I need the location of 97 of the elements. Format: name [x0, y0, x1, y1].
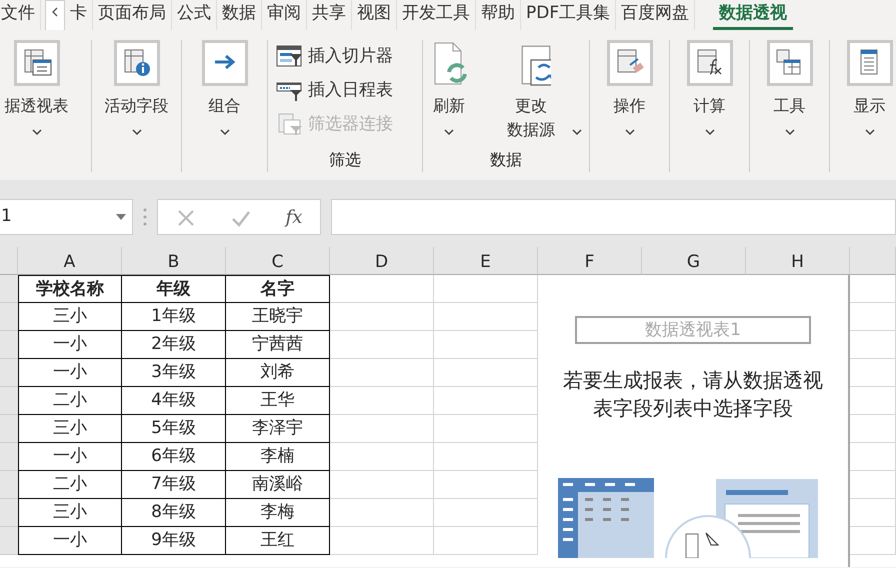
- column-header[interactable]: H: [746, 247, 850, 275]
- column-header[interactable]: F: [538, 247, 642, 275]
- row-header[interactable]: [0, 359, 18, 387]
- column-header[interactable]: A: [18, 247, 122, 275]
- caret-icon: [571, 128, 583, 136]
- ribbon-tab[interactable]: 数据: [217, 0, 262, 30]
- row-header[interactable]: [0, 303, 18, 331]
- dropdown-icon: [116, 214, 126, 220]
- caret-icon: [704, 128, 716, 136]
- ribbon-button[interactable]: 组合: [202, 40, 248, 172]
- drag-handle-icon: [143, 207, 147, 227]
- table-cell: 6年级: [122, 443, 226, 471]
- row-header[interactable]: [0, 471, 18, 499]
- name-box[interactable]: 1: [0, 199, 133, 235]
- column-header[interactable]: G: [642, 247, 746, 275]
- table-cell: 5年级: [122, 415, 226, 443]
- table-cell: 三小: [18, 303, 122, 331]
- table-cell: 三小: [18, 499, 122, 527]
- filter-connection-icon: [276, 113, 304, 137]
- table-cell: 二小: [18, 387, 122, 415]
- group-label: 筛选: [328, 149, 362, 171]
- chevron-left-icon: [52, 7, 58, 17]
- group-label: 数据: [489, 149, 523, 171]
- table-cell: 2年级: [122, 331, 226, 359]
- ribbon-tab[interactable]: 帮助: [476, 0, 521, 30]
- table-cell: 刘希: [226, 359, 330, 387]
- ribbon-button[interactable]: 工具: [766, 40, 812, 172]
- ribbon-button[interactable]: 插入切片器: [276, 40, 414, 74]
- table-cell: 王晓宇: [226, 303, 330, 331]
- caret-icon: [624, 128, 636, 136]
- pivot-table-name: 数据透视表1: [575, 316, 811, 344]
- table-cell: 8年级: [122, 499, 226, 527]
- table-cell: 9年级: [122, 527, 226, 555]
- ribbon-tab[interactable]: 文件: [0, 0, 41, 30]
- table-cell: 4年级: [122, 387, 226, 415]
- column-header[interactable]: [850, 247, 896, 275]
- select-all-corner[interactable]: [0, 247, 18, 275]
- ribbon-tab[interactable]: 数据透视: [713, 0, 794, 30]
- table-cell: 李楠: [226, 443, 330, 471]
- ribbon-button[interactable]: 插入日程表: [276, 74, 414, 108]
- caret-icon: [784, 128, 796, 136]
- row-header[interactable]: [0, 499, 18, 527]
- table-cell: 王红: [226, 527, 330, 555]
- insert-function-button[interactable]: fx: [286, 204, 302, 230]
- table-cell: 一小: [18, 359, 122, 387]
- table-cell: 3年级: [122, 359, 226, 387]
- ribbon-tab[interactable]: 视图: [352, 0, 397, 30]
- column-header[interactable]: D: [330, 247, 434, 275]
- column-header[interactable]: C: [226, 247, 330, 275]
- column-header[interactable]: E: [434, 247, 538, 275]
- ribbon-tab[interactable]: 共享: [307, 0, 352, 30]
- table-cell: 三小: [18, 415, 122, 443]
- table-cell: 7年级: [122, 471, 226, 499]
- row-header[interactable]: [0, 275, 18, 303]
- table-cell: 一小: [18, 443, 122, 471]
- ribbon-button[interactable]: 据透视表: [4, 40, 68, 172]
- table-cell: 学校名称: [18, 275, 122, 303]
- caret-icon: [130, 128, 142, 136]
- pivot-hint-text: 若要生成报表，请从数据透视表字段列表中选择字段: [562, 367, 824, 422]
- table-cell: 名字: [226, 275, 330, 303]
- table-cell: 宁茜茜: [226, 331, 330, 359]
- ribbon-tab[interactable]: 卡: [65, 0, 93, 30]
- ribbon-button[interactable]: 操作: [606, 40, 652, 172]
- ribbon-button[interactable]: 刷新: [429, 40, 469, 148]
- row-header[interactable]: [0, 443, 18, 471]
- table-cell: 一小: [18, 527, 122, 555]
- row-header[interactable]: [0, 527, 18, 555]
- ribbon-tab[interactable]: 页面布局: [93, 0, 172, 30]
- formula-input[interactable]: [331, 199, 896, 235]
- table-cell: 李泽宇: [226, 415, 330, 443]
- table-cell: 1年级: [122, 303, 226, 331]
- slicer-filter-icon: [276, 45, 304, 69]
- row-header[interactable]: [0, 387, 18, 415]
- ribbon-button[interactable]: 计算: [686, 40, 732, 172]
- scroll-left-button[interactable]: [45, 0, 65, 30]
- ribbon-tab[interactable]: 百度网盘: [616, 0, 696, 30]
- column-header[interactable]: B: [122, 247, 226, 275]
- row-header[interactable]: [0, 415, 18, 443]
- row-header[interactable]: [0, 331, 18, 359]
- ribbon-button[interactable]: 活动字段: [104, 40, 168, 172]
- caret-icon: [30, 128, 42, 136]
- table-cell: 一小: [18, 331, 122, 359]
- ribbon-button[interactable]: 更改 数据源: [479, 40, 583, 148]
- table-cell: 南溪峪: [226, 471, 330, 499]
- ribbon-tab[interactable]: PDF工具集: [521, 0, 616, 30]
- ribbon-tab[interactable]: 公式: [172, 0, 217, 30]
- ribbon-tab[interactable]: 审阅: [262, 0, 307, 30]
- ribbon-button[interactable]: 显示: [846, 40, 892, 172]
- table-cell: 王华: [226, 387, 330, 415]
- table-cell: 年级: [122, 275, 226, 303]
- caret-icon: [443, 128, 455, 136]
- table-cell: 二小: [18, 471, 122, 499]
- ribbon-tab[interactable]: 开发工具: [397, 0, 476, 30]
- caret-icon: [864, 128, 876, 136]
- table-cell: 李梅: [226, 499, 330, 527]
- close-icon: [176, 208, 196, 228]
- caret-icon: [218, 128, 230, 136]
